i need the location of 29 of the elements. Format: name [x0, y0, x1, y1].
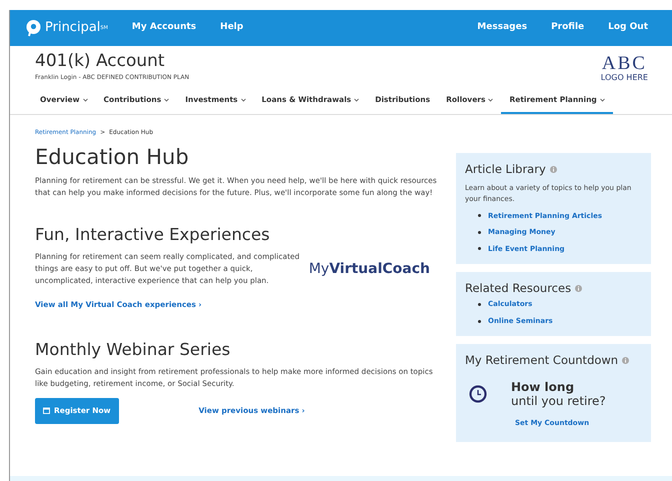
- card-title: Related Resources: [465, 280, 572, 297]
- card-title: My Retirement Countdown: [465, 352, 618, 370]
- logo-text: ABC: [600, 55, 648, 73]
- question-text: until you retire?: [511, 394, 606, 408]
- bullet-icon: [478, 214, 481, 218]
- question-title: How long: [511, 380, 576, 394]
- account-title: 401(k) Account: [35, 51, 166, 71]
- logo-caption: LOGO HERE: [600, 73, 648, 82]
- coach-logo: MyVirtualCoach: [308, 260, 430, 279]
- section-title: Monthly Webinar Series: [35, 340, 232, 360]
- card-title: Article Library: [465, 161, 546, 178]
- calendar-icon: [43, 407, 50, 414]
- nav-link[interactable]: My Accounts: [132, 21, 196, 35]
- info-icon: [575, 285, 582, 292]
- bullet-icon: [478, 247, 481, 250]
- nav-link[interactable]: Help: [220, 21, 244, 35]
- logo-icon: [26, 20, 41, 36]
- page-title: Education Hub: [35, 145, 190, 170]
- bullet-icon: [478, 230, 481, 234]
- brand-name: Principal$^{SM}$: [45, 19, 108, 38]
- info-icon: [550, 166, 557, 174]
- nav-link[interactable]: Messages: [477, 21, 528, 35]
- info-icon: [622, 357, 630, 364]
- nav-link[interactable]: Profile: [551, 21, 584, 35]
- clock-icon: [469, 384, 487, 402]
- bullet-icon: [478, 303, 481, 306]
- section-title: Fun, Interactive Experiences: [35, 225, 271, 246]
- nav-link[interactable]: Log Out: [608, 21, 648, 35]
- bullet-icon: [478, 320, 481, 322]
